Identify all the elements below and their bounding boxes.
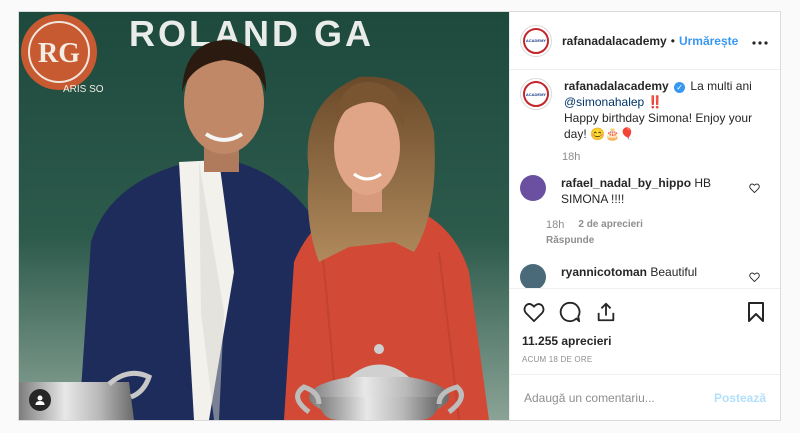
caption-body: rafanadalacademy ✓ La multi ani @simonah… xyxy=(564,78,764,142)
comment-username[interactable]: rafael_nadal_by_hippo xyxy=(561,176,691,190)
post-header: ACADEMY rafanadalacademy • Urmărește xyxy=(510,12,780,70)
caption-mention[interactable]: @simonahalep xyxy=(564,95,644,109)
user-tag-icon xyxy=(35,395,45,405)
more-options-button[interactable] xyxy=(752,32,768,50)
caption-username[interactable]: rafanadalacademy xyxy=(564,79,669,93)
heart-icon xyxy=(749,272,760,283)
bookmark-icon xyxy=(748,301,764,322)
comment-avatar[interactable] xyxy=(520,175,546,201)
comment-item: rafael_nadal_by_hippo HB SIMONA !!!! 18h… xyxy=(520,175,768,246)
likes-count[interactable]: 11.255 aprecieri xyxy=(510,334,780,352)
post-actions xyxy=(510,288,780,334)
photo-illustration: RG ARIS SO ROLAND GA xyxy=(19,12,509,420)
verified-icon: ✓ xyxy=(674,82,686,93)
comment-button[interactable] xyxy=(556,298,584,326)
comment-avatar[interactable] xyxy=(520,264,546,288)
more-icon xyxy=(752,40,768,45)
author-username[interactable]: rafanadalacademy xyxy=(562,34,667,48)
comment-likes[interactable]: 2 de aprecieri xyxy=(578,219,642,231)
add-comment-bar: Postează xyxy=(510,374,780,420)
comment-input[interactable] xyxy=(524,390,706,405)
caption-time: 18h xyxy=(562,151,581,163)
post-card: RG ARIS SO ROLAND GA ACADEMY rafanadalac… xyxy=(18,11,781,421)
heart-icon xyxy=(523,302,545,322)
comment-text: Beautiful xyxy=(650,265,698,279)
logo-letters: RG xyxy=(38,38,80,69)
logo-ring-text: ARIS SO xyxy=(63,84,104,95)
comment-icon xyxy=(559,301,581,322)
post-timestamp[interactable]: ACUM 18 DE ORE xyxy=(510,352,780,374)
caption: ACADEMY rafanadalacademy ✓ La multi ani … xyxy=(520,78,768,142)
post-sidebar: ACADEMY rafanadalacademy • Urmărește ACA… xyxy=(509,12,780,420)
reply-button[interactable]: Răspunde xyxy=(546,235,739,246)
comments-list[interactable]: ACADEMY rafanadalacademy ✓ La multi ani … xyxy=(510,70,780,288)
share-icon xyxy=(597,302,615,321)
caption-avatar[interactable]: ACADEMY xyxy=(520,78,552,110)
author-avatar[interactable]: ACADEMY xyxy=(520,24,552,57)
caption-exclaim: ‼️ xyxy=(647,95,663,109)
comment-like-button[interactable] xyxy=(749,183,760,196)
caption-line2: Happy birthday Simona! Enjoy your day! 😊… xyxy=(564,111,753,141)
user-tag-button[interactable] xyxy=(29,389,51,411)
caption-text: La multi ani xyxy=(690,79,752,93)
heart-icon xyxy=(749,183,760,194)
post-photo[interactable]: RG ARIS SO ROLAND GA xyxy=(19,12,509,420)
post-comment-button[interactable]: Postează xyxy=(714,391,766,405)
comment-like-button[interactable] xyxy=(749,272,760,285)
follow-button[interactable]: Urmărește xyxy=(679,34,738,48)
avatar-label: ACADEMY xyxy=(525,38,547,43)
backdrop-title: ROLAND GA xyxy=(129,13,374,54)
like-button[interactable] xyxy=(520,298,548,326)
share-button[interactable] xyxy=(592,298,620,326)
comment-username[interactable]: ryannicotoman xyxy=(561,265,647,279)
save-button[interactable] xyxy=(742,298,770,326)
comment-time: 18h xyxy=(546,219,565,231)
comment-item: ryannicotoman Beautiful xyxy=(520,264,768,288)
header-separator: • xyxy=(670,33,675,48)
